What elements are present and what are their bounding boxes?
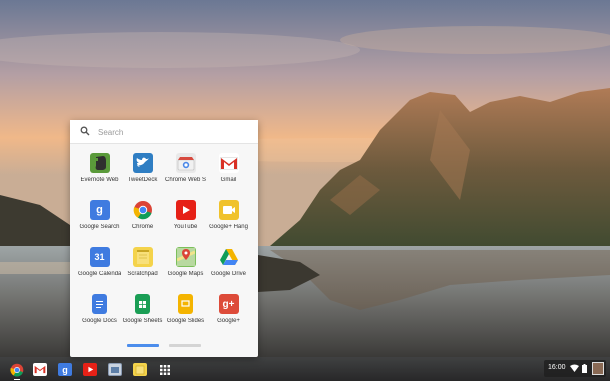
search-icon	[80, 126, 90, 136]
app-google-sheets[interactable]: Google Sheets	[121, 292, 164, 339]
youtube-icon	[87, 366, 93, 373]
app-launcher-panel: Evernote Web TweetDeck Chrome Web S Gmai…	[70, 120, 258, 357]
calendar-icon: 31	[89, 247, 110, 267]
app-chrome[interactable]: Chrome	[121, 198, 164, 245]
chrome-icon	[10, 363, 24, 376]
google-search-icon[interactable]: g	[58, 363, 72, 376]
active-indicator	[14, 379, 20, 380]
shelf-files[interactable]	[108, 363, 122, 376]
app-label: Google Docs	[82, 318, 117, 324]
app-tweetdeck[interactable]: TweetDeck	[121, 151, 164, 198]
app-youtube[interactable]: YouTube	[164, 198, 207, 245]
app-label: Google Maps	[167, 271, 204, 277]
app-label: Gmail	[220, 177, 237, 183]
gmail-icon	[34, 365, 46, 374]
chrome-web-store-icon	[175, 153, 196, 173]
avatar	[592, 362, 604, 375]
shelf: g	[0, 357, 610, 381]
tweetdeck-icon	[132, 153, 153, 173]
app-label: TweetDeck	[127, 177, 158, 183]
app-label: Google Drive	[210, 271, 246, 277]
app-google-docs[interactable]: Google Docs	[78, 292, 121, 339]
app-label: Google Search	[79, 224, 120, 230]
app-label: Chrome Web S	[165, 177, 206, 183]
sheets-icon	[135, 294, 150, 314]
app-label: Google+ Hang	[209, 224, 248, 230]
app-label: Evernote Web	[80, 177, 119, 183]
shelf-scratchpad[interactable]	[133, 363, 147, 376]
app-launcher-icon	[160, 364, 170, 375]
evernote-icon	[89, 153, 110, 173]
app-grid: Evernote Web TweetDeck Chrome Web S Gmai…	[78, 151, 250, 339]
chrome-icon	[133, 200, 153, 220]
wifi-icon	[570, 364, 579, 372]
app-label: Google Sheets	[122, 318, 163, 324]
app-label: Google Calenda	[78, 271, 121, 277]
drive-icon	[219, 247, 239, 267]
app-gmail[interactable]: Gmail	[207, 151, 250, 198]
app-chrome-web-store[interactable]: Chrome Web S	[164, 151, 207, 198]
search-bar	[70, 120, 258, 144]
maps-icon	[175, 247, 196, 267]
shelf-chrome[interactable]	[10, 363, 24, 380]
app-google-search[interactable]: g Google Search	[78, 198, 121, 245]
docs-icon	[92, 294, 107, 314]
app-google-drive[interactable]: Google Drive	[207, 245, 250, 292]
app-label: Chrome	[131, 224, 154, 230]
slides-icon	[178, 294, 193, 314]
status-tray[interactable]: 16:00	[544, 360, 606, 377]
search-input[interactable]	[98, 125, 248, 139]
app-label: Google Slides	[166, 318, 205, 324]
files-icon	[111, 366, 119, 373]
app-google-hangouts[interactable]: Google+ Hang	[207, 198, 250, 245]
google-plus-icon: g+	[218, 294, 239, 314]
app-google-plus[interactable]: g+ Google+	[207, 292, 250, 339]
google-search-icon: g	[89, 200, 110, 220]
battery-icon	[582, 364, 587, 373]
app-google-calendar[interactable]: 31 Google Calenda	[78, 245, 121, 292]
scratchpad-icon	[135, 365, 145, 374]
youtube-icon	[175, 200, 196, 220]
page-dot[interactable]	[169, 344, 201, 347]
app-label: YouTube	[173, 224, 198, 230]
scratchpad-icon	[132, 247, 153, 267]
app-evernote-web[interactable]: Evernote Web	[78, 151, 121, 198]
gmail-icon	[218, 153, 239, 173]
clock: 16:00	[548, 364, 566, 371]
page-indicator	[127, 344, 202, 347]
app-google-slides[interactable]: Google Slides	[164, 292, 207, 339]
hangouts-icon	[218, 200, 239, 220]
app-label: Scratchpad	[127, 271, 158, 277]
shelf-gmail[interactable]	[33, 363, 47, 376]
page-dot-active[interactable]	[127, 344, 159, 347]
app-scratchpad[interactable]: Scratchpad	[121, 245, 164, 292]
app-label: Google+	[217, 318, 240, 324]
app-launcher-button[interactable]	[158, 363, 172, 376]
shelf-youtube[interactable]	[83, 363, 97, 376]
app-google-maps[interactable]: Google Maps	[164, 245, 207, 292]
